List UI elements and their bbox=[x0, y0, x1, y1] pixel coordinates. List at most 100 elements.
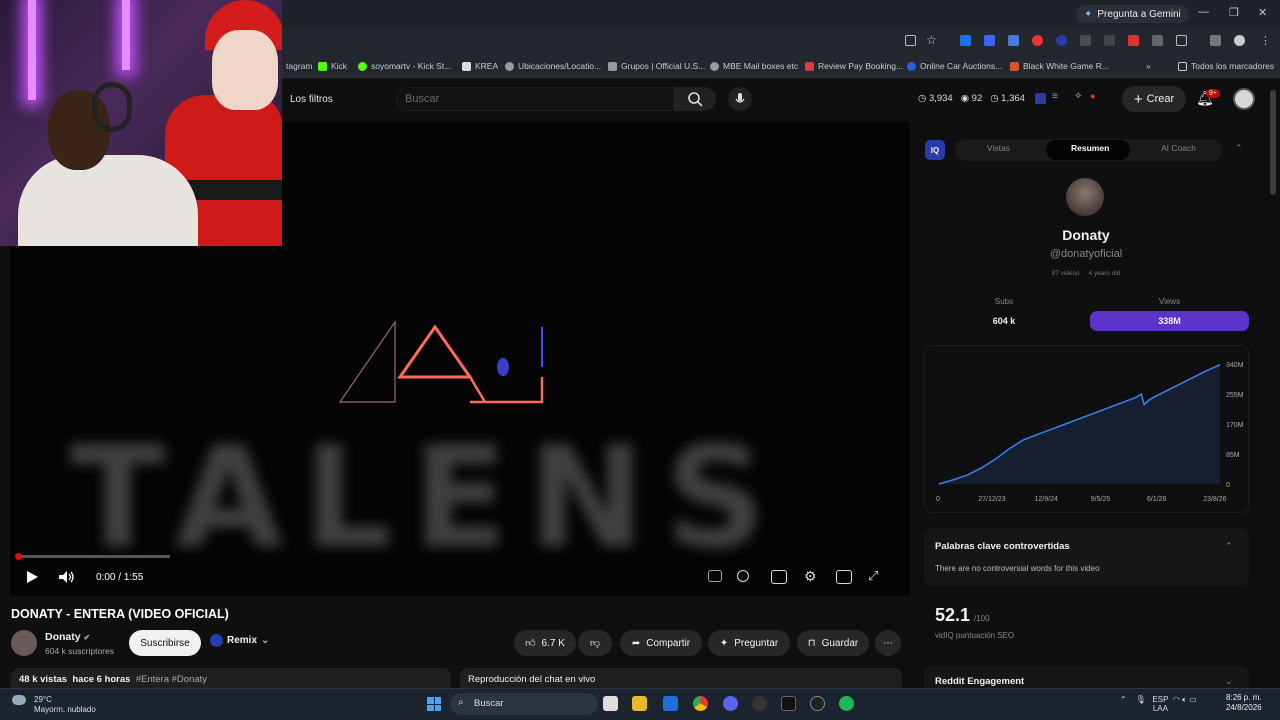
spotify-icon[interactable] bbox=[839, 696, 854, 711]
site-icon bbox=[805, 61, 814, 71]
bookmark[interactable]: KREA bbox=[462, 61, 498, 71]
chrome-icon[interactable] bbox=[693, 696, 708, 711]
tab-resumen[interactable]: Resumen bbox=[1071, 143, 1109, 153]
star-icon[interactable]: ☆ bbox=[926, 33, 937, 47]
weather-widget[interactable]: 29°C Mayorm. nublado bbox=[12, 695, 96, 714]
file-explorer-icon[interactable] bbox=[632, 696, 647, 711]
taskbar-search[interactable]: ⌕ Buscar bbox=[450, 693, 598, 715]
remix-button[interactable]: Remix ⌄ bbox=[210, 634, 269, 647]
settings-gear-icon[interactable]: ⚙ bbox=[804, 568, 817, 585]
bookmark[interactable]: Ubicaciones/Locatio... bbox=[505, 61, 601, 71]
cast-icon[interactable] bbox=[905, 35, 916, 46]
collapse-icon[interactable]: ⌃ bbox=[1235, 143, 1243, 154]
subscribe-button[interactable]: Suscribirse bbox=[129, 630, 201, 656]
progress-handle[interactable] bbox=[15, 553, 22, 560]
tab-ai-coach[interactable]: AI Coach bbox=[1161, 143, 1196, 153]
media-icon[interactable] bbox=[1210, 35, 1221, 46]
adblock-icon[interactable] bbox=[1128, 35, 1139, 46]
fullscreen-icon[interactable]: ⤢ bbox=[868, 568, 878, 584]
search-input[interactable]: Buscar bbox=[396, 87, 674, 111]
bookmark[interactable]: tagram bbox=[286, 61, 312, 71]
maximize-icon[interactable]: ❐ bbox=[1229, 6, 1239, 19]
system-tray[interactable]: ⌃ 🎙︎ ESP LAA ◠ 🔈︎ ▭ bbox=[1120, 695, 1197, 713]
save-button[interactable]: ⊓ Guardar bbox=[797, 630, 869, 656]
more-bookmarks-icon[interactable]: » bbox=[1146, 61, 1151, 71]
extension-icon[interactable] bbox=[1104, 35, 1115, 46]
stat-a: ◷ 3,934 bbox=[918, 93, 953, 104]
chevron-up-icon: ⌃ bbox=[1120, 695, 1127, 704]
filters-link[interactable]: Los filtros bbox=[290, 94, 333, 105]
x-tick-label: 0 bbox=[936, 496, 940, 503]
x-tick-label: 23/8/26 bbox=[1203, 496, 1226, 503]
bookmark[interactable]: Grupos | Official U.S... bbox=[608, 61, 705, 71]
y-tick-label: 255M bbox=[1226, 392, 1244, 399]
vidiq-header-stats: ◷ 3,934 ◉ 92 ◷ 1,364 bbox=[918, 93, 1025, 104]
bookmark[interactable]: Review Pay Booking... bbox=[805, 61, 903, 71]
search-button[interactable] bbox=[674, 87, 716, 111]
extension-icon[interactable] bbox=[1152, 35, 1163, 46]
extension-icon[interactable] bbox=[960, 35, 971, 46]
keywords-text: There are no controversial words for thi… bbox=[935, 564, 1100, 573]
theater-mode-icon[interactable] bbox=[836, 570, 852, 584]
store-icon[interactable] bbox=[663, 696, 678, 711]
chevron-down-icon[interactable]: ⌄ bbox=[1225, 676, 1233, 687]
channel-name[interactable]: Donaty ✔ bbox=[45, 631, 90, 643]
extension-icon[interactable] bbox=[1008, 35, 1019, 46]
extension-icon[interactable] bbox=[1080, 35, 1091, 46]
bookmark[interactable]: Black White Game R... bbox=[1010, 61, 1109, 71]
extension-icon[interactable] bbox=[984, 35, 995, 46]
play-icon[interactable] bbox=[25, 570, 39, 584]
alert-icon[interactable]: ● bbox=[1090, 91, 1095, 101]
task-view-icon[interactable] bbox=[603, 696, 618, 711]
clock[interactable]: 8:26 p. m. 24/8/2026 bbox=[1226, 693, 1262, 713]
microphone-icon: 🎙︎ bbox=[1135, 695, 1146, 704]
y-tick-label: 340M bbox=[1226, 362, 1244, 369]
collapse-icon[interactable]: ⌃ bbox=[1225, 541, 1233, 552]
puzzle-icon[interactable] bbox=[1176, 35, 1187, 46]
all-bookmarks[interactable]: Todos los marcadores bbox=[1178, 61, 1274, 71]
create-button[interactable]: + Crear bbox=[1122, 86, 1186, 112]
scrollbar[interactable] bbox=[1270, 90, 1276, 195]
ask-button[interactable]: ✦ Preguntar bbox=[708, 630, 790, 656]
windows-start-icon[interactable] bbox=[427, 697, 441, 711]
tab-vistas[interactable]: Vistas bbox=[987, 143, 1010, 153]
vidiq-player-icon[interactable] bbox=[708, 570, 722, 582]
list-icon[interactable]: ≡ bbox=[1052, 91, 1058, 102]
minimize-icon[interactable]: — bbox=[1198, 6, 1209, 18]
bookmark[interactable]: Online Car Auctions... bbox=[907, 61, 1002, 71]
search-icon bbox=[688, 92, 703, 107]
share-button[interactable]: ➦ Compartir bbox=[620, 630, 702, 656]
channel-avatar[interactable] bbox=[11, 630, 37, 656]
app-icon[interactable] bbox=[781, 696, 796, 711]
x-tick-label: 6/1/26 bbox=[1147, 496, 1167, 503]
reddit-title[interactable]: Reddit Engagement bbox=[935, 676, 1024, 687]
avatar[interactable] bbox=[1233, 88, 1255, 110]
views-toggle[interactable]: 338M bbox=[1090, 311, 1249, 331]
vidiq-extension-icon[interactable] bbox=[1056, 35, 1067, 46]
keywords-title: Palabras clave controvertidas bbox=[935, 541, 1070, 552]
extension-icon[interactable] bbox=[1032, 35, 1043, 46]
discord-icon[interactable] bbox=[723, 696, 738, 711]
volume-icon[interactable] bbox=[58, 570, 76, 584]
bookmark[interactable]: soyomartv - Kick St... bbox=[358, 61, 451, 71]
bookmark[interactable]: MBE Mail boxes etc bbox=[710, 61, 798, 71]
lightbulb-icon[interactable]: ✧ bbox=[1074, 91, 1082, 102]
channel-name: Donaty bbox=[1062, 227, 1110, 243]
vidiq-icon[interactable] bbox=[1035, 93, 1046, 104]
subs-toggle[interactable]: 604 k bbox=[924, 311, 1084, 331]
app-icon[interactable] bbox=[810, 696, 825, 711]
bookmark[interactable]: Kick bbox=[318, 61, 347, 71]
close-icon[interactable]: ✕ bbox=[1258, 6, 1267, 19]
like-button[interactable]: 👍︎ 6.7 K bbox=[514, 630, 576, 656]
voice-search-button[interactable] bbox=[728, 87, 752, 111]
subscriber-count: 604 k suscriptores bbox=[45, 646, 114, 656]
dislike-button[interactable]: 👎︎ bbox=[578, 630, 612, 656]
obs-icon[interactable] bbox=[752, 696, 767, 711]
kebab-menu-icon[interactable]: ⋮ bbox=[1260, 34, 1271, 47]
pause-autoplay-icon[interactable] bbox=[737, 570, 749, 582]
more-actions-button[interactable]: ⋯ bbox=[875, 630, 901, 656]
profile-icon[interactable] bbox=[1234, 35, 1245, 46]
captions-icon[interactable] bbox=[771, 570, 787, 584]
progress-bar[interactable] bbox=[18, 555, 170, 558]
gemini-button[interactable]: ✦ Pregunta a Gemini bbox=[1076, 5, 1189, 23]
